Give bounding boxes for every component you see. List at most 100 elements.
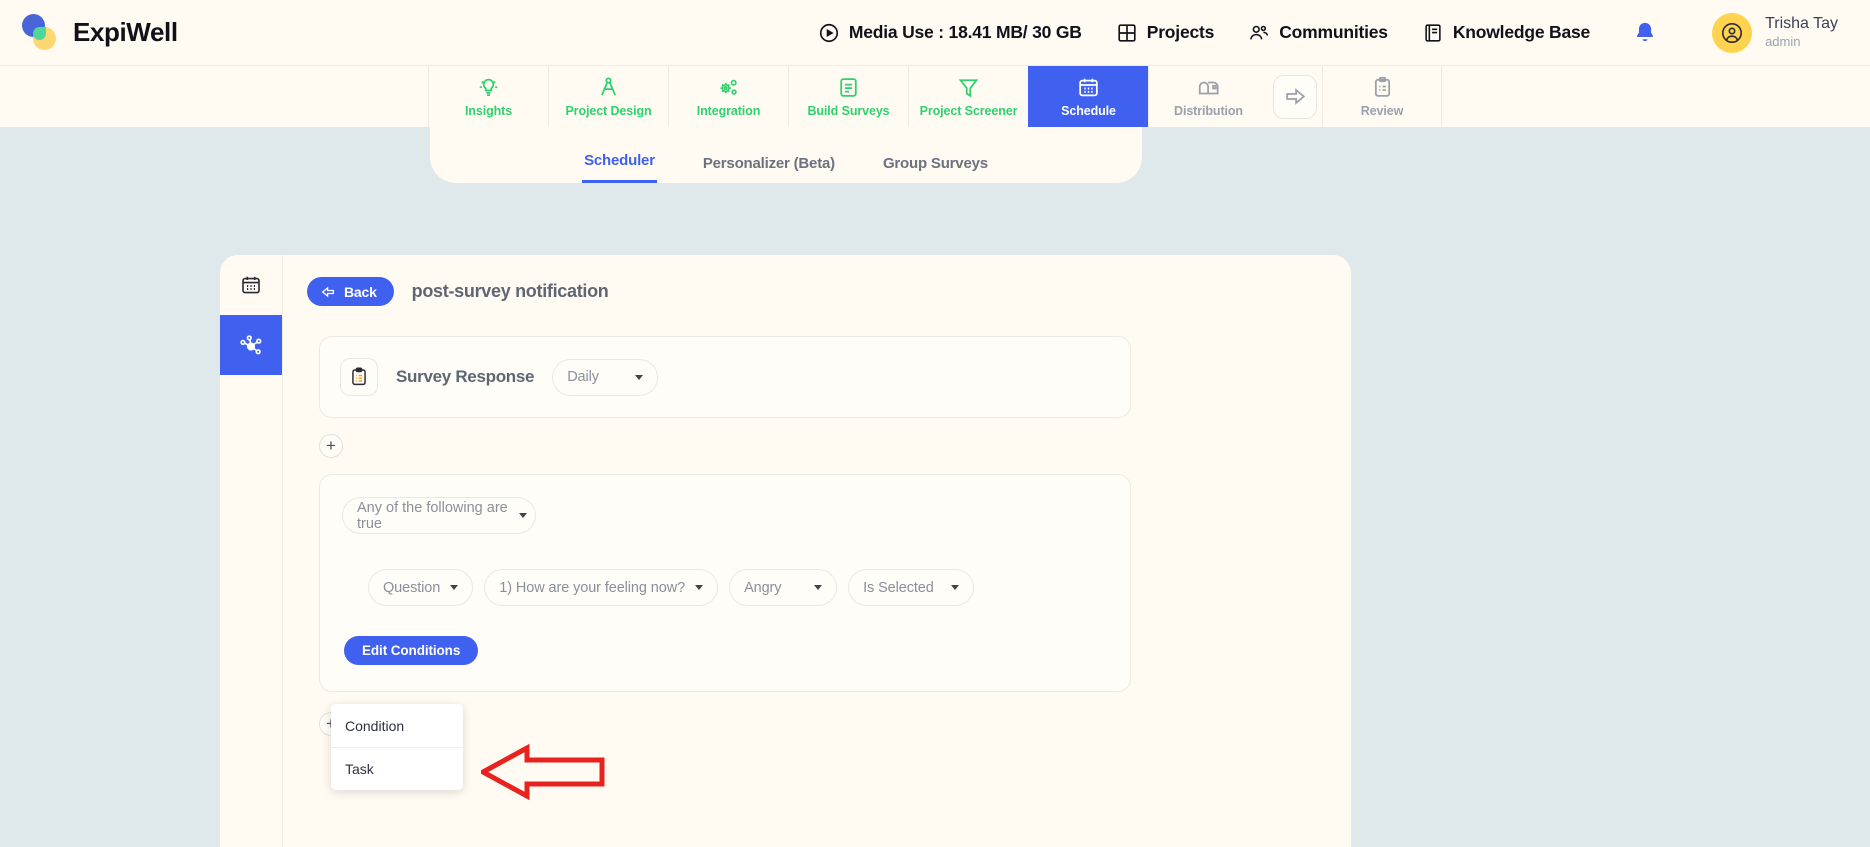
- frequency-value: Daily: [567, 369, 599, 385]
- calendar-icon: [1079, 78, 1098, 97]
- user-role: admin: [1765, 34, 1801, 50]
- module-nav: Insights Project Design Integration Buil…: [428, 66, 1442, 127]
- compass-icon: [601, 77, 616, 96]
- grid-icon: [1118, 23, 1136, 42]
- module-schedule-label: Schedule: [1061, 104, 1116, 118]
- page-body: Scheduler Personalizer (Beta) Group Surv…: [0, 127, 1870, 847]
- annotation-arrow-icon: [481, 743, 605, 801]
- menu-item-task[interactable]: Task: [331, 747, 463, 790]
- arrow-right-icon: [1285, 88, 1305, 105]
- chevron-down-icon: [635, 374, 644, 380]
- condition-operator-value: Is Selected: [863, 579, 934, 596]
- module-schedule[interactable]: Schedule: [1028, 66, 1148, 127]
- play-circle-icon: [819, 23, 838, 42]
- document-lines-icon: [840, 78, 857, 97]
- workflow-sidebar: [220, 255, 283, 847]
- module-review[interactable]: Review: [1322, 66, 1442, 127]
- back-button[interactable]: Back: [307, 277, 394, 306]
- condition-field-type-dropdown[interactable]: Question: [368, 569, 474, 606]
- media-use-label: Media Use : 18.41 MB/ 30 GB: [848, 22, 1082, 42]
- module-project-screener[interactable]: Project Screener: [908, 66, 1028, 127]
- avatar: [1712, 12, 1753, 53]
- match-type-dropdown[interactable]: Any of the following are true: [342, 497, 536, 534]
- chevron-down-icon: [519, 513, 527, 518]
- nav-projects[interactable]: Projects: [1116, 22, 1214, 44]
- mailbox-icon: [1198, 81, 1219, 95]
- module-review-label: Review: [1360, 104, 1404, 118]
- module-integration-label: Integration: [696, 104, 761, 118]
- brand-name: ExpiWell: [73, 17, 178, 47]
- module-insights[interactable]: Insights: [428, 66, 548, 127]
- frequency-dropdown[interactable]: Daily: [552, 358, 659, 396]
- tab-scheduler[interactable]: Scheduler: [582, 152, 657, 183]
- nav-projects-label: Projects: [1146, 22, 1215, 42]
- add-step-row-bottom: + Condition Task: [319, 704, 1327, 801]
- tab-group-surveys[interactable]: Group Surveys: [881, 155, 990, 183]
- workflow-nodes-icon: [240, 335, 262, 355]
- menu-item-condition[interactable]: Condition: [331, 704, 463, 747]
- chevron-down-icon: [814, 585, 823, 590]
- book-icon: [1425, 23, 1441, 42]
- nav-knowledge-base[interactable]: Knowledge Base: [1422, 22, 1590, 44]
- chevron-down-icon: [450, 585, 459, 590]
- arrow-left-icon: [321, 286, 334, 297]
- funnel-icon: [958, 79, 979, 98]
- bell-icon[interactable]: [1632, 20, 1658, 46]
- calendar-icon: [242, 276, 260, 294]
- condition-field-type-value: Question: [383, 579, 441, 596]
- top-header-bar: ExpiWell Media Use : 18.41 MB/ 30 GB Pro…: [0, 0, 1870, 65]
- sidebar-item-workflow[interactable]: [220, 315, 282, 375]
- nav-communities-label: Communities: [1279, 22, 1388, 42]
- user-name: Trisha Tay: [1765, 15, 1838, 33]
- chevron-down-icon: [951, 585, 960, 590]
- sidebar-item-calendar[interactable]: [220, 255, 282, 315]
- add-step-row-top: +: [319, 434, 1327, 458]
- people-icon: [1250, 25, 1269, 39]
- edit-conditions-button[interactable]: Edit Conditions: [344, 636, 479, 665]
- arrow-button-box: [1273, 74, 1317, 119]
- trigger-label: Survey Response: [396, 367, 535, 386]
- trigger-icon-box: [340, 358, 378, 396]
- module-integration[interactable]: Integration: [668, 66, 788, 127]
- module-project-design[interactable]: Project Design: [548, 66, 668, 127]
- scheduler-card: Back post-survey notification Survey Res…: [220, 255, 1351, 847]
- module-build-surveys-label: Build Surveys: [807, 104, 890, 118]
- trigger-panel: Survey Response Daily: [319, 336, 1131, 418]
- condition-question-value: 1) How are your feeling now?: [499, 579, 686, 596]
- condition-row: Question 1) How are your feeling now? An…: [368, 569, 1108, 606]
- add-step-menu: Condition Task: [331, 704, 463, 790]
- module-build-surveys[interactable]: Build Surveys: [788, 66, 908, 127]
- module-nav-next-button[interactable]: [1268, 66, 1322, 127]
- condition-question-dropdown[interactable]: 1) How are your feeling now?: [484, 569, 719, 606]
- nav-knowledge-base-label: Knowledge Base: [1452, 22, 1591, 42]
- workflow-header: Back post-survey notification: [307, 277, 1327, 306]
- condition-answer-value: Angry: [744, 579, 782, 596]
- user-avatar-icon: [1722, 22, 1743, 43]
- clipboard-list-icon: [352, 367, 366, 386]
- module-project-screener-label: Project Screener: [919, 104, 1018, 118]
- match-type-value: Any of the following are true: [357, 499, 508, 532]
- back-button-label: Back: [344, 283, 377, 300]
- tab-personalizer[interactable]: Personalizer (Beta): [701, 155, 837, 183]
- user-menu[interactable]: Trisha Tay admin: [1712, 12, 1838, 53]
- media-use-indicator[interactable]: Media Use : 18.41 MB/ 30 GB: [818, 22, 1082, 44]
- expiwell-logo-icon: [22, 13, 60, 52]
- module-distribution[interactable]: Distribution: [1148, 66, 1268, 127]
- chevron-down-icon: [695, 585, 704, 590]
- workflow-content: Back post-survey notification Survey Res…: [283, 255, 1351, 847]
- module-project-design-label: Project Design: [565, 104, 652, 118]
- condition-operator-dropdown[interactable]: Is Selected: [848, 569, 975, 606]
- page-title: post-survey notification: [411, 281, 609, 301]
- header-nav: Media Use : 18.41 MB/ 30 GB Projects Com…: [818, 12, 1838, 53]
- brand-logo[interactable]: ExpiWell: [22, 13, 178, 52]
- lightbulb-icon: [479, 78, 498, 96]
- module-distribution-label: Distribution: [1174, 104, 1243, 118]
- add-step-button-top[interactable]: +: [319, 434, 343, 458]
- sub-tabs: Scheduler Personalizer (Beta) Group Surv…: [430, 127, 1142, 183]
- module-insights-label: Insights: [464, 104, 513, 118]
- module-nav-bar: Insights Project Design Integration Buil…: [0, 65, 1870, 127]
- condition-answer-dropdown[interactable]: Angry: [729, 569, 838, 606]
- gears-icon: [720, 79, 737, 95]
- clipboard-icon: [1374, 76, 1390, 97]
- nav-communities[interactable]: Communities: [1248, 22, 1388, 44]
